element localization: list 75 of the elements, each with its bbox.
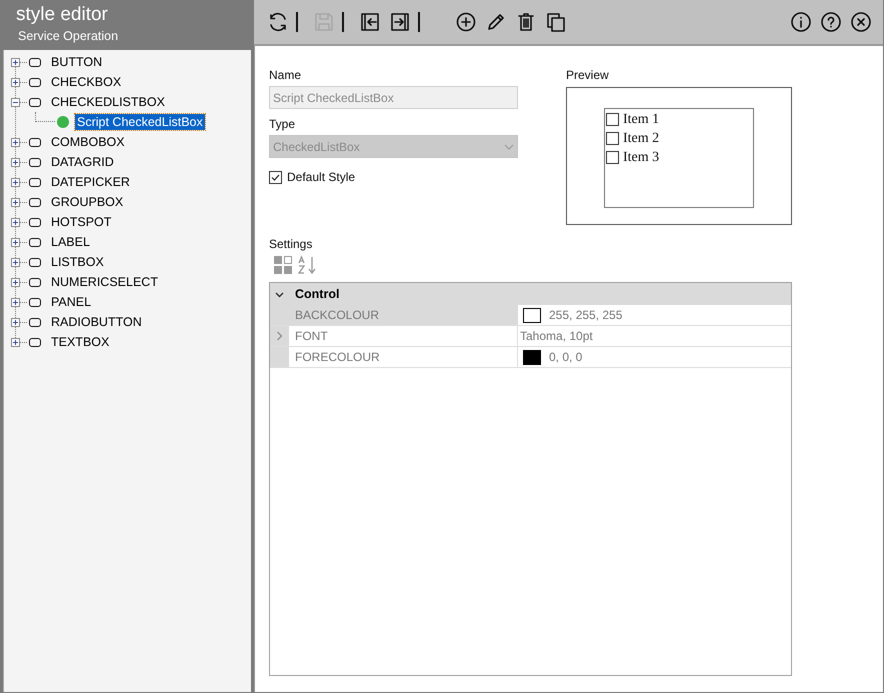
node-icon [29,178,41,186]
section-label: Settings [269,236,314,252]
chevron-right-icon[interactable] [276,331,283,341]
list-item-label: Item 1 [623,112,660,128]
expand-icon[interactable] [11,58,20,66]
node-icon [29,338,41,346]
checkbox[interactable] [269,170,282,184]
node-icon [29,218,41,226]
node-icon [29,58,41,66]
expand-icon[interactable] [11,138,20,146]
node-icon [29,298,41,306]
chevron-down-icon[interactable] [275,290,284,298]
expand-icon[interactable] [11,158,20,166]
tree-item[interactable]: LABEL [49,234,92,250]
node-icon [29,318,41,326]
preview-label: Preview [566,66,610,83]
node-icon [29,198,41,206]
sort-alphabetical-icon[interactable] [297,255,317,275]
app-subtitle: Service Operation [17,29,120,43]
tree-item[interactable]: DATAGRID [49,154,116,170]
expand-icon[interactable] [11,78,20,86]
node-icon [29,258,41,266]
field-label: Type [269,116,296,132]
node-icon [29,278,41,286]
tree-item[interactable]: Script CheckedListBox [75,114,205,130]
info-button[interactable] [789,10,813,34]
expand-icon[interactable] [11,338,20,346]
expand-icon[interactable] [11,238,20,246]
expand-icon[interactable] [11,318,20,326]
plus-circle-button[interactable] [454,10,478,34]
tree-item[interactable]: COMBOBOX [49,134,127,150]
tree-item[interactable]: HOTSPOT [49,214,114,230]
export-button[interactable] [388,10,412,34]
property-value[interactable]: 255, 255, 255 [549,308,622,322]
list-item-label: Item 2 [623,130,660,146]
tree-item[interactable]: RADIOBUTTON [49,314,144,330]
node-icon [29,78,41,86]
expand-icon[interactable] [11,258,20,266]
node-icon [29,158,41,166]
tree-item[interactable]: PANEL [49,294,94,310]
categorized-icon[interactable] [273,255,293,275]
property-value[interactable]: Tahoma, 10pt [520,329,593,343]
tree-item[interactable]: NUMERICSELECT [49,274,160,290]
expand-icon[interactable] [11,218,20,226]
expand-icon[interactable] [11,198,20,206]
tree-item[interactable]: CHECKBOX [49,74,124,90]
expand-icon[interactable] [11,278,20,286]
tree-item[interactable]: TEXTBOX [49,334,112,350]
property-value[interactable]: 0, 0, 0 [549,350,582,364]
node-icon [29,138,41,146]
close-button[interactable] [849,10,873,34]
expand-icon[interactable] [11,298,20,306]
collapse-icon[interactable] [11,98,20,106]
tree-item[interactable]: BUTTON [49,54,104,70]
node-icon [29,98,41,106]
tree-item[interactable]: LISTBOX [49,254,106,270]
help-button[interactable] [819,10,843,34]
tree-item[interactable]: DATEPICKER [49,174,132,190]
expand-icon[interactable] [11,178,20,186]
list-item-label: Item 3 [623,150,660,166]
checkbox[interactable] [606,151,619,164]
app-title: style editor [16,4,109,27]
checkbox-label: Default Style [287,170,356,184]
checkbox[interactable] [606,132,619,145]
category-header[interactable]: Control [295,287,340,301]
tree-item[interactable]: CHECKEDLISTBOX [49,94,167,110]
import-button[interactable] [358,10,382,34]
copy-button[interactable] [544,10,568,34]
field-label: Name [269,66,302,83]
tree-item[interactable]: GROUPBOX [49,194,126,210]
node-icon [29,238,41,246]
chevron-down-icon [504,144,514,150]
checkbox[interactable] [606,113,619,126]
property-name[interactable]: FONT [289,326,518,346]
property-name[interactable]: FORECOLOUR [289,347,518,367]
